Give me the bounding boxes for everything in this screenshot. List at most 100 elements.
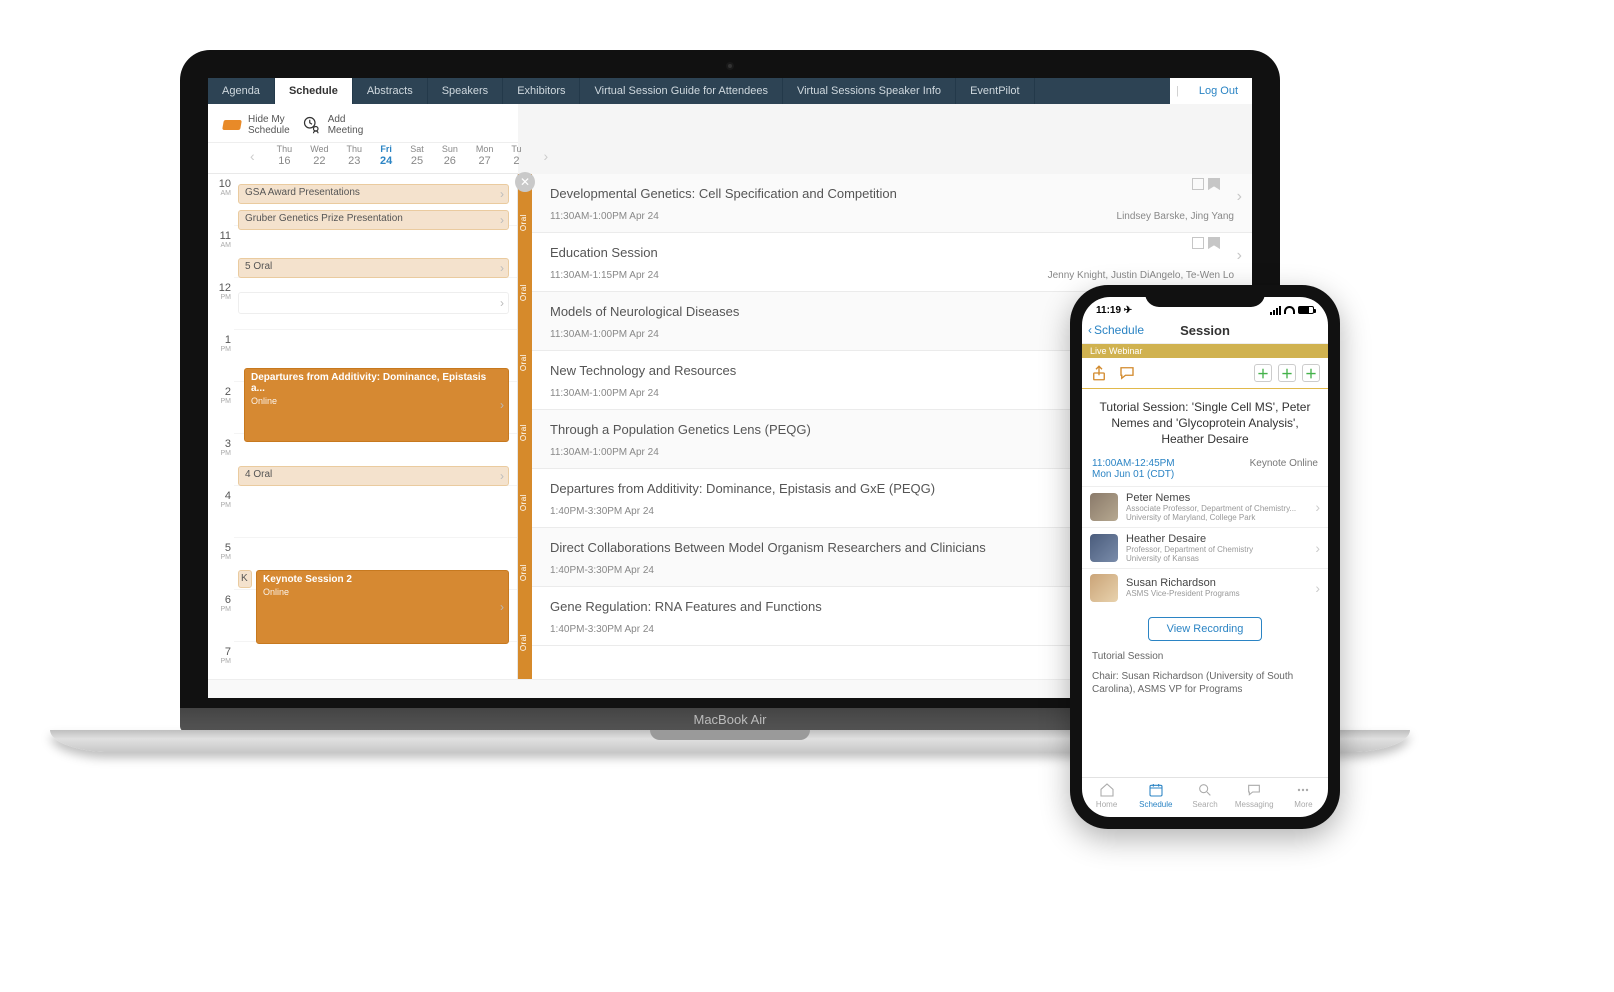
session-row[interactable]: Education Session 11:30AM-1:15PM Apr 24J… [532,233,1252,292]
tab-label: Messaging [1235,800,1274,809]
session-time: 1:40PM-3:30PM Apr 24 [550,565,654,576]
session-time: 11:30AM-1:00PM Apr 24 [550,329,659,340]
track-tag: Oral [519,634,528,651]
chevron-right-icon [1315,499,1320,515]
share-icon[interactable] [1090,364,1108,382]
speaker-row[interactable]: Peter Nemes Associate Professor, Departm… [1082,486,1328,527]
speaker-name: Susan Richardson [1126,577,1307,589]
session-title: Tutorial Session: 'Single Cell MS', Pete… [1082,389,1328,458]
track-tag: Oral [519,494,528,511]
phone-notch [1145,285,1265,307]
add-bookmark-button[interactable]: ＋ [1302,364,1320,382]
chevron-right-icon [1315,540,1320,556]
calendar-icon [1147,782,1165,798]
speaker-role: Associate Professor, Department of Chemi… [1126,504,1307,513]
nav-tab-virtual-speaker-info[interactable]: Virtual Sessions Speaker Info [783,78,956,104]
event-empty-row[interactable] [238,292,509,314]
event-departures-additivity[interactable]: Departures from Additivity: Dominance, E… [244,368,509,442]
nav-tab-agenda[interactable]: Agenda [208,78,275,104]
comment-icon[interactable] [1118,364,1136,382]
speaker-role: Professor, Department of Chemistry [1126,545,1307,554]
tab-more[interactable]: More [1279,782,1328,809]
phone-tabbar: Home Schedule Search Messaging More [1082,777,1328,817]
wifi-icon [1284,306,1295,314]
calendar-added-icon [1192,178,1204,190]
chevron-right-icon [500,261,504,275]
session-row[interactable]: Developmental Genetics: Cell Specificati… [532,174,1252,233]
track-tag: Oral [519,564,528,581]
tab-search[interactable]: Search [1180,782,1229,809]
speaker-row[interactable]: Heather Desaire Professor, Department of… [1082,527,1328,568]
action-bar: ＋ ＋ ＋ [1082,358,1328,389]
chevron-right-icon [1237,247,1242,265]
separator: | [1170,85,1185,97]
event-gsa-awards[interactable]: GSA Award Presentations [238,184,509,204]
nav-tab-exhibitors[interactable]: Exhibitors [503,78,580,104]
home-icon [1098,782,1116,798]
close-track-button[interactable]: ✕ [515,172,535,192]
event-gruber-prize[interactable]: Gruber Genetics Prize Presentation [238,210,509,230]
avatar [1090,493,1118,521]
search-icon [1196,782,1214,798]
session-time-link[interactable]: 11:00AM-12:45PMMon Jun 01 (CDT) [1092,458,1175,480]
tab-label: Schedule [1139,800,1172,809]
event-k[interactable]: K [238,570,252,588]
chair-info: Chair: Susan Richardson (University of S… [1082,666,1328,700]
session-time: 1:40PM-3:30PM Apr 24 [550,624,654,635]
chevron-right-icon [500,469,504,483]
chevron-right-icon [500,296,504,310]
track-tag: Oral [519,284,528,301]
session-time: 1:40PM-3:30PM Apr 24 [550,506,654,517]
session-time: 11:30AM-1:00PM Apr 24 [550,388,659,399]
speaker-org: University of Maryland, College Park [1126,513,1307,522]
nav-tab-schedule[interactable]: Schedule [275,78,353,104]
more-icon [1294,782,1312,798]
track-tag: Oral [519,214,528,231]
track-tag: Oral [519,424,528,441]
nav-tab-speakers[interactable]: Speakers [428,78,503,104]
add-note-button[interactable]: ＋ [1278,364,1296,382]
session-location: Keynote Online [1250,458,1318,480]
speaker-list: Peter Nemes Associate Professor, Departm… [1082,486,1328,607]
chevron-right-icon [500,600,504,614]
nav-tab-virtual-guide[interactable]: Virtual Session Guide for Attendees [580,78,782,104]
back-button[interactable]: ‹ Schedule [1082,323,1144,337]
row-status-icons [1192,237,1220,249]
calendar-grid[interactable]: GSA Award Presentations Gruber Genetics … [234,174,517,679]
view-recording-button[interactable]: View Recording [1148,617,1263,641]
speaker-name: Peter Nemes [1126,492,1307,504]
speaker-row[interactable]: Susan Richardson ASMS Vice-President Pro… [1082,568,1328,607]
add-to-calendar-button[interactable]: ＋ [1254,364,1272,382]
chevron-right-icon [500,213,504,227]
session-title: Developmental Genetics: Cell Specificati… [550,186,1234,201]
battery-icon [1298,306,1314,314]
tab-home[interactable]: Home [1082,782,1131,809]
session-datetime-row: 11:00AM-12:45PMMon Jun 01 (CDT) Keynote … [1082,458,1328,486]
track-gutter: ✕ Oral Oral Oral Oral Oral Oral Oral [518,174,532,679]
speaker-role: ASMS Vice-President Programs [1126,589,1307,598]
event-4-oral[interactable]: 4 Oral [238,466,509,486]
session-time: 11:30AM-1:00PM Apr 24 [550,211,659,222]
phone-nav-bar: ‹ Schedule Session [1082,319,1328,344]
event-5-oral[interactable]: 5 Oral [238,258,509,278]
track-tag: Oral [519,354,528,371]
phone-device: 11:19 ✈ ‹ Schedule Session Live Webinar [1070,285,1340,829]
event-keynote-2[interactable]: Keynote Session 2 Online [256,570,509,644]
phone-bezel: 11:19 ✈ ‹ Schedule Session Live Webinar [1070,285,1340,829]
top-nav: Agenda Schedule Abstracts Speakers Exhib… [208,78,1252,104]
chat-icon [1245,782,1263,798]
bookmark-icon [1208,237,1220,249]
nav-tab-eventpilot[interactable]: EventPilot [956,78,1035,104]
session-speakers: Jenny Knight, Justin DiAngelo, Te-Wen Lo [1048,270,1234,281]
logout-link[interactable]: Log Out [1185,85,1252,97]
nav-tab-abstracts[interactable]: Abstracts [353,78,428,104]
tab-messaging[interactable]: Messaging [1230,782,1279,809]
avatar [1090,574,1118,602]
session-speakers: Lindsey Barske, Jing Yang [1117,211,1234,222]
tab-schedule[interactable]: Schedule [1131,782,1180,809]
chevron-right-icon [1237,188,1242,206]
session-time: 11:30AM-1:15PM Apr 24 [550,270,659,281]
signal-icon [1270,306,1281,315]
chevron-right-icon [500,187,504,201]
avatar [1090,534,1118,562]
